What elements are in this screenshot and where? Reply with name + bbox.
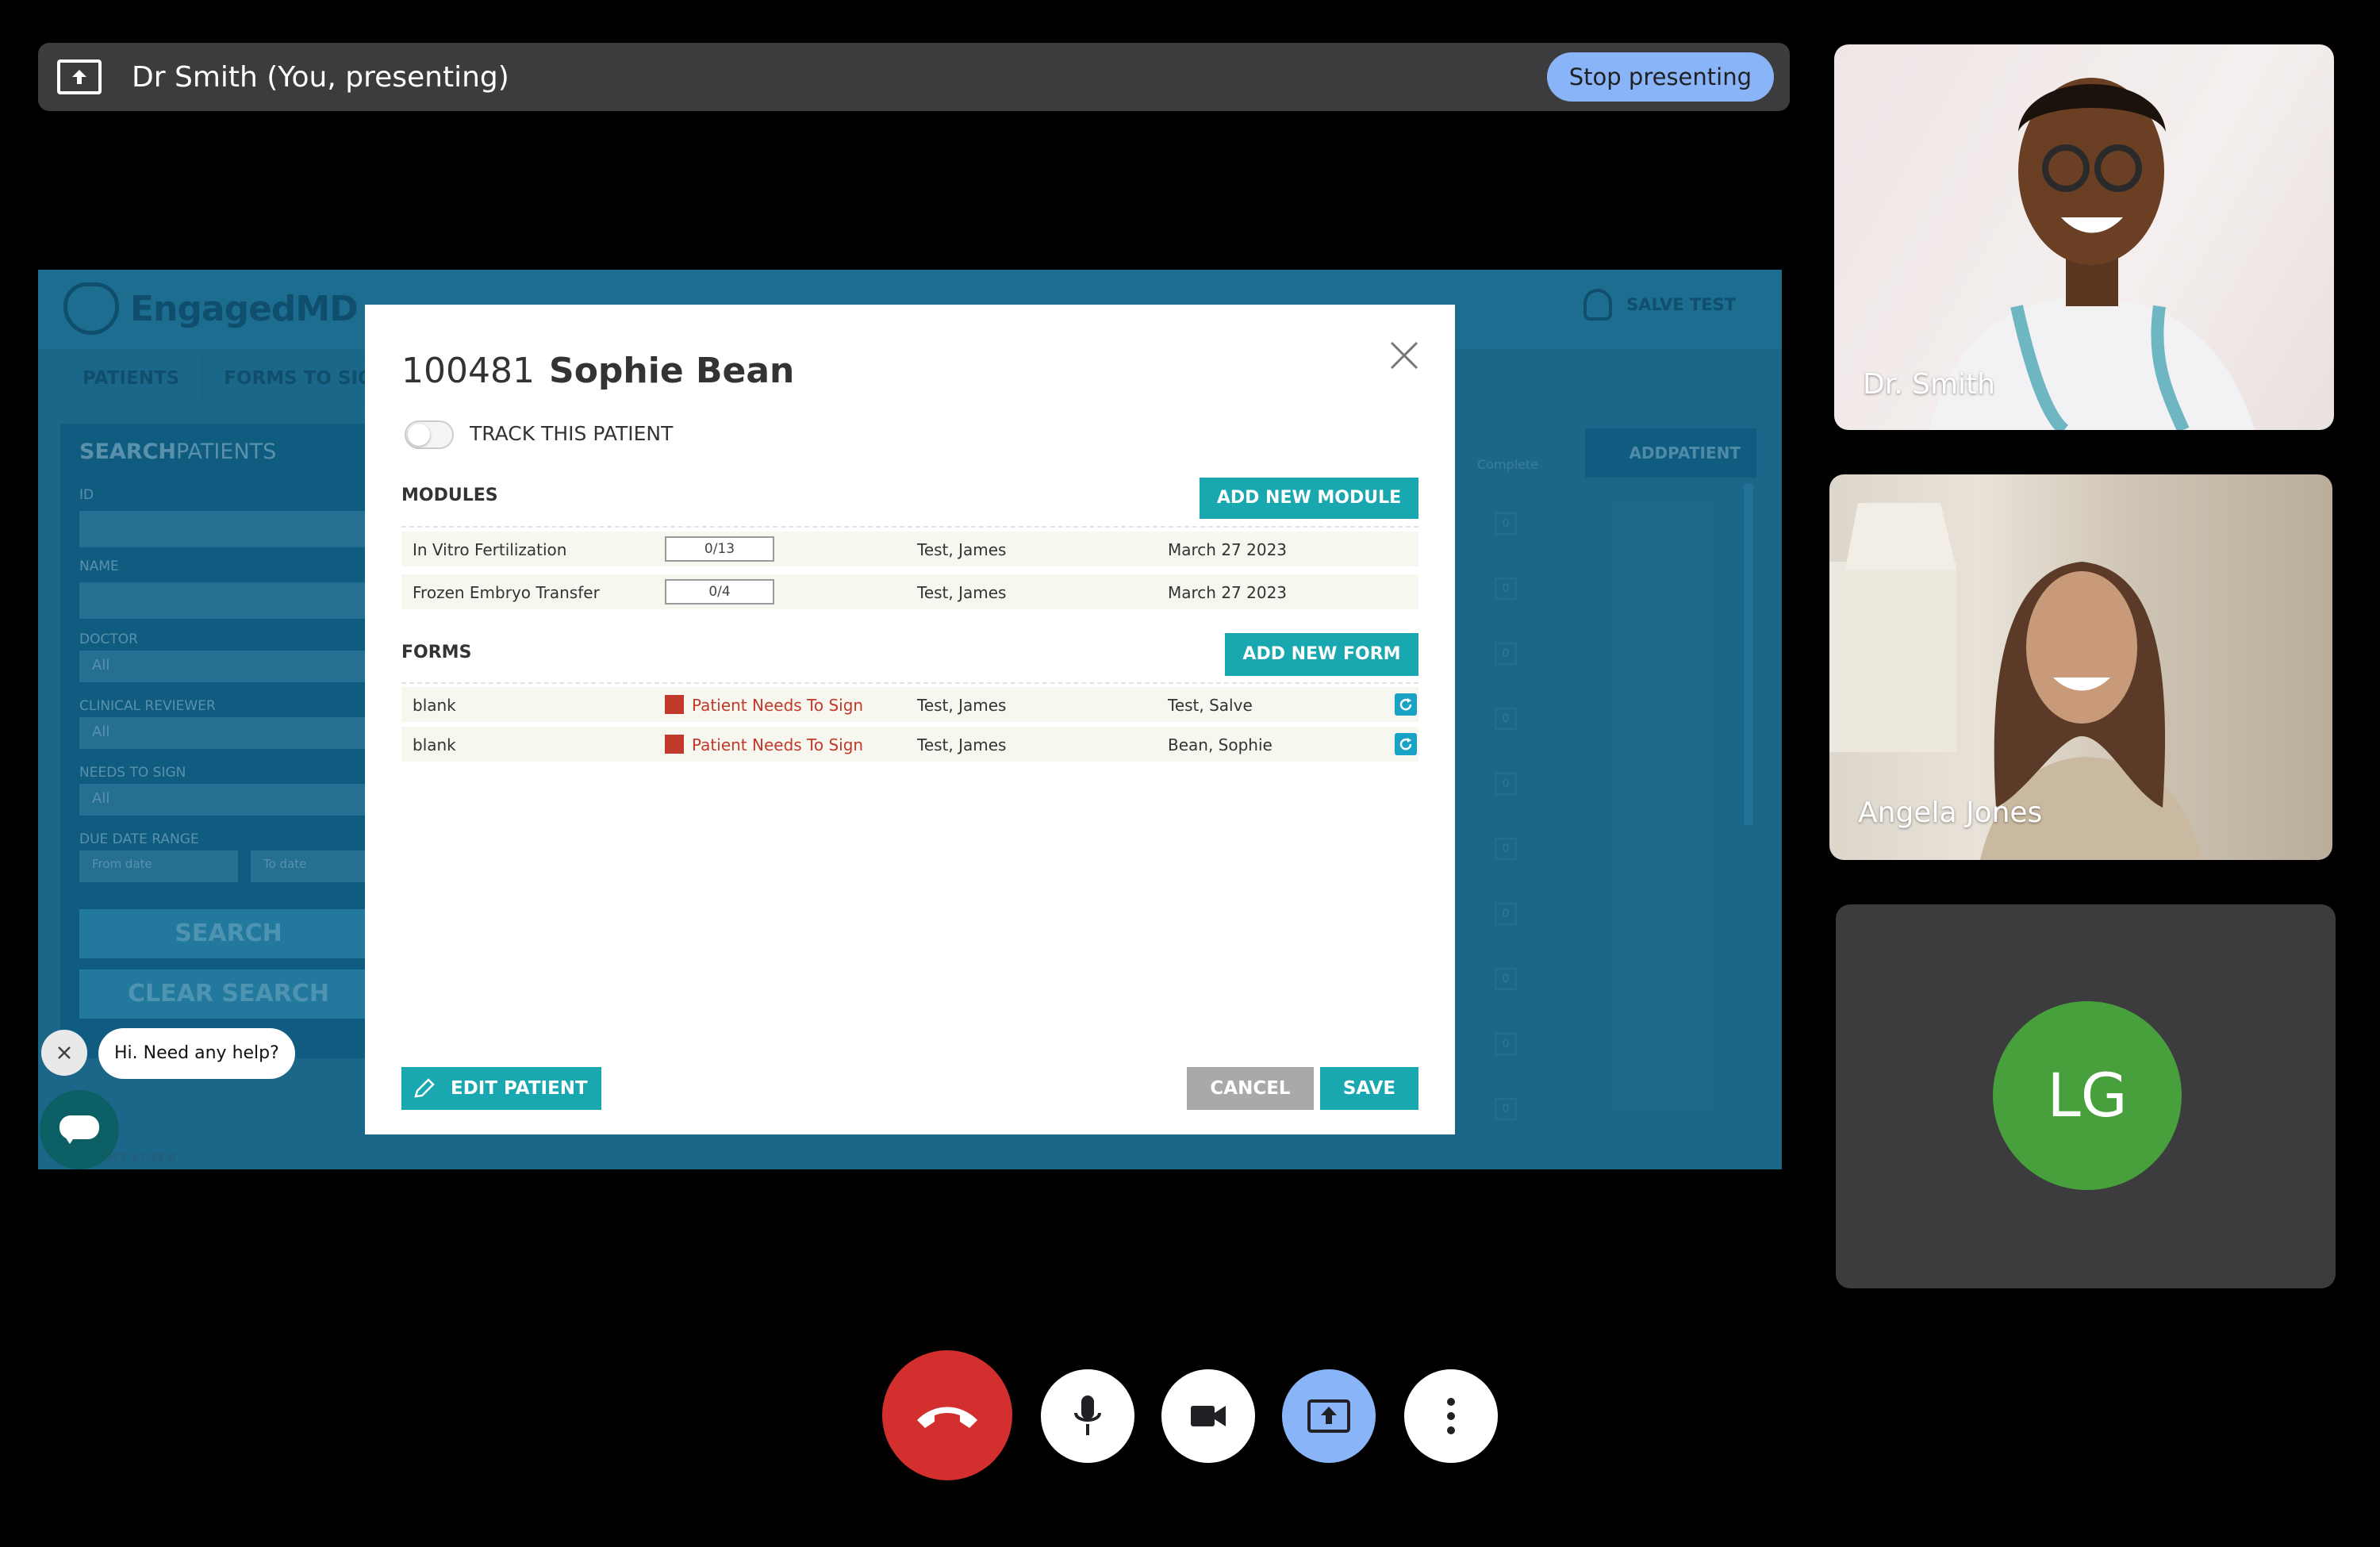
module-row[interactable]: Frozen Embryo Transfer 0/4 Test, James M… bbox=[401, 574, 1418, 609]
toggle-knob bbox=[408, 424, 430, 446]
participant-name: Dr. Smith bbox=[1863, 368, 1995, 401]
form-row[interactable]: blank Patient Needs To Sign Test, James … bbox=[401, 687, 1418, 722]
patient-modal: 100481 Sophie Bean TRACK THIS PATIENT MO… bbox=[365, 305, 1455, 1134]
track-patient-toggle[interactable] bbox=[405, 420, 454, 449]
add-new-module-button[interactable]: ADD NEW MODULE bbox=[1200, 478, 1418, 519]
module-row[interactable]: In Vitro Fertilization 0/13 Test, James … bbox=[401, 532, 1418, 566]
patient-id: 100481 bbox=[401, 351, 535, 391]
end-call-button[interactable] bbox=[882, 1350, 1012, 1480]
divider bbox=[401, 682, 1418, 684]
video-camera-icon bbox=[1191, 1406, 1226, 1426]
form-doctor: Test, James bbox=[917, 735, 1007, 754]
signature-icon bbox=[665, 735, 684, 754]
avatar: LG bbox=[1993, 1001, 2182, 1190]
close-icon[interactable] bbox=[1388, 340, 1420, 371]
module-progress: 0/4 bbox=[665, 579, 774, 605]
refresh-icon[interactable] bbox=[1395, 693, 1417, 716]
module-doctor: Test, James bbox=[917, 540, 1007, 559]
participant-tile-dr-smith[interactable]: Dr. Smith bbox=[1834, 44, 2334, 430]
phone-hangup-icon bbox=[917, 1407, 977, 1428]
module-doctor: Test, James bbox=[917, 583, 1007, 602]
edit-patient-button[interactable]: EDIT PATIENT bbox=[401, 1067, 601, 1110]
refresh-icon[interactable] bbox=[1395, 733, 1417, 755]
more-options-button[interactable] bbox=[1404, 1369, 1498, 1463]
cancel-button[interactable]: CANCEL bbox=[1187, 1067, 1314, 1110]
form-signer: Test, Salve bbox=[1168, 696, 1253, 715]
chat-close-button[interactable] bbox=[41, 1030, 87, 1076]
presenting-title: Dr Smith (You, presenting) bbox=[132, 60, 509, 94]
camera-button[interactable] bbox=[1161, 1369, 1255, 1463]
module-name: Frozen Embryo Transfer bbox=[413, 583, 600, 602]
form-name: blank bbox=[413, 696, 456, 715]
microphone-icon bbox=[1074, 1395, 1101, 1435]
chat-help-bubble[interactable]: Hi. Need any help? bbox=[98, 1028, 295, 1079]
present-screen-button[interactable] bbox=[1282, 1369, 1376, 1463]
module-name: In Vitro Fertilization bbox=[413, 540, 567, 559]
chat-icon-tail bbox=[63, 1134, 76, 1144]
divider bbox=[401, 526, 1418, 528]
module-progress: 0/13 bbox=[665, 536, 774, 562]
stop-presenting-button[interactable]: Stop presenting bbox=[1546, 52, 1774, 102]
participant-name: Angela Jones bbox=[1858, 797, 2043, 829]
pencil-icon bbox=[414, 1078, 435, 1098]
present-screen-icon bbox=[57, 60, 102, 94]
form-name: blank bbox=[413, 735, 456, 754]
chat-launcher-button[interactable] bbox=[40, 1090, 119, 1169]
add-new-form-button[interactable]: ADD NEW FORM bbox=[1225, 633, 1418, 676]
form-status: Patient Needs To Sign bbox=[692, 696, 864, 715]
signature-icon bbox=[665, 695, 684, 714]
module-date: March 27 2023 bbox=[1168, 540, 1288, 559]
participant-tile-lg[interactable]: LG bbox=[1836, 904, 2336, 1288]
form-signer: Bean, Sophie bbox=[1168, 735, 1273, 754]
microphone-button[interactable] bbox=[1041, 1369, 1134, 1463]
forms-title: FORMS bbox=[401, 643, 472, 662]
participant-tile-angela-jones[interactable]: Angela Jones bbox=[1829, 474, 2332, 860]
track-patient-label: TRACK THIS PATIENT bbox=[470, 422, 674, 445]
patient-name: Sophie Bean bbox=[549, 351, 795, 391]
more-vertical-icon bbox=[1447, 1398, 1455, 1434]
form-row[interactable]: blank Patient Needs To Sign Test, James … bbox=[401, 727, 1418, 762]
present-screen-icon bbox=[1307, 1399, 1350, 1433]
save-button[interactable]: SAVE bbox=[1320, 1067, 1418, 1110]
modules-title: MODULES bbox=[401, 486, 498, 505]
form-status: Patient Needs To Sign bbox=[692, 735, 864, 754]
form-doctor: Test, James bbox=[917, 696, 1007, 715]
edit-patient-label: EDIT PATIENT bbox=[451, 1078, 588, 1099]
close-icon bbox=[58, 1046, 71, 1059]
module-date: March 27 2023 bbox=[1168, 583, 1288, 602]
presenting-bar: Dr Smith (You, presenting) Stop presenti… bbox=[38, 43, 1790, 111]
